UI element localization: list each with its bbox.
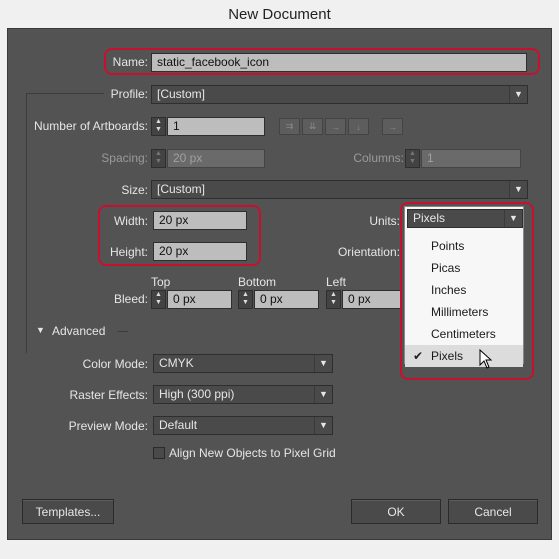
units-option-picas[interactable]: Picas — [405, 257, 523, 279]
arrange-by-row-icon[interactable]: → — [325, 118, 346, 135]
artboards-input[interactable]: 1 — [167, 117, 265, 136]
raster-effects-label: Raster Effects: — [69, 388, 148, 402]
profile-select[interactable]: [Custom] ▼ — [151, 85, 528, 104]
profile-value: [Custom] — [157, 87, 206, 101]
color-mode-select[interactable]: CMYK ▼ — [153, 354, 333, 373]
bleed-left-stepper-icon[interactable]: ▲ ▼ — [326, 290, 341, 309]
units-value: Pixels — [413, 211, 446, 225]
preview-mode-value: Default — [159, 418, 198, 432]
bleed-bottom-input[interactable]: 0 px — [254, 290, 319, 309]
grid-by-column-icon[interactable]: ⇊ — [302, 118, 323, 135]
bleed-left-input[interactable]: 0 px — [342, 290, 402, 309]
chevron-down-icon: ▼ — [314, 386, 332, 403]
arrange-by-column-icon[interactable]: ↓ — [348, 118, 369, 135]
advanced-toggle[interactable]: Advanced — [52, 324, 105, 338]
height-input[interactable]: 20 px — [153, 242, 247, 261]
mouse-pointer-icon — [479, 349, 493, 369]
orientation-label: Orientation: — [337, 245, 400, 259]
disclosure-triangle-icon[interactable]: ▼ — [36, 325, 45, 335]
bleed-left-label: Left — [326, 275, 347, 289]
window-bottom-edge — [0, 540, 559, 559]
preview-mode-label: Preview Mode: — [68, 419, 148, 433]
raster-effects-value: High (300 ppi) — [159, 387, 235, 401]
color-mode-label: Color Mode: — [82, 357, 148, 371]
spacing-input[interactable]: 20 px — [167, 149, 265, 168]
window-title: New Document — [0, 0, 559, 28]
units-select[interactable]: Pixels ▼ — [407, 209, 523, 228]
units-option-points[interactable]: Points — [405, 235, 523, 257]
templates-button[interactable]: Templates... — [22, 499, 114, 524]
spacing-label: Spacing: — [101, 151, 148, 165]
checkmark-icon: ✔ — [413, 349, 424, 363]
name-input[interactable]: static_facebook_icon — [151, 53, 527, 72]
width-label: Width: — [113, 214, 148, 228]
chevron-down-icon: ▼ — [509, 181, 527, 198]
units-label: Units: — [369, 214, 400, 228]
chevron-down-icon: ▼ — [504, 210, 522, 227]
align-pixel-grid-label: Align New Objects to Pixel Grid — [169, 446, 336, 460]
right-to-left-icon[interactable]: → — [382, 118, 403, 135]
bleed-top-input[interactable]: 0 px — [167, 290, 232, 309]
columns-input[interactable]: 1 — [421, 149, 521, 168]
height-label: Height: — [109, 245, 148, 259]
bleed-top-label: Top — [151, 275, 171, 289]
profile-label: Profile: — [110, 87, 148, 101]
spacing-stepper-icon[interactable]: ▲ ▼ — [151, 149, 166, 168]
raster-effects-select[interactable]: High (300 ppi) ▼ — [153, 385, 333, 404]
units-option-inches[interactable]: Inches — [405, 279, 523, 301]
chevron-down-icon: ▼ — [509, 86, 527, 103]
ok-button[interactable]: OK — [351, 499, 441, 524]
units-option-centimeters[interactable]: Centimeters — [405, 323, 523, 345]
name-label: Name: — [112, 55, 148, 69]
artboards-stepper-icon[interactable]: ▲ ▼ — [151, 117, 166, 136]
advanced-group-line — [118, 331, 128, 332]
artboards-label: Number of Artboards: — [33, 119, 148, 133]
units-dropdown[interactable]: Pixels ▼ Points Picas Inches Millimeters… — [404, 206, 524, 367]
chevron-down-icon: ▼ — [314, 417, 332, 434]
align-pixel-grid-checkbox[interactable] — [153, 447, 165, 459]
cancel-button[interactable]: Cancel — [448, 499, 538, 524]
size-value: [Custom] — [157, 182, 206, 196]
preview-mode-select[interactable]: Default ▼ — [153, 416, 333, 435]
grid-by-row-icon[interactable]: ⇉ — [279, 118, 300, 135]
size-label: Size: — [121, 183, 148, 197]
bleed-top-stepper-icon[interactable]: ▲ ▼ — [151, 290, 166, 309]
color-mode-value: CMYK — [159, 356, 194, 370]
units-option-millimeters[interactable]: Millimeters — [405, 301, 523, 323]
units-options-list: Points Picas Inches Millimeters Centimet… — [405, 235, 523, 367]
chevron-down-icon: ▼ — [314, 355, 332, 372]
columns-label: Columns: — [353, 151, 404, 165]
bleed-bottom-stepper-icon[interactable]: ▲ ▼ — [238, 290, 253, 309]
units-option-pixels[interactable]: ✔ Pixels — [405, 345, 523, 367]
bleed-bottom-label: Bottom — [238, 275, 277, 289]
size-select[interactable]: [Custom] ▼ — [151, 180, 528, 199]
columns-stepper-icon[interactable]: ▲ ▼ — [405, 149, 420, 168]
width-input[interactable]: 20 px — [153, 211, 247, 230]
bleed-label: Bleed: — [113, 292, 148, 306]
